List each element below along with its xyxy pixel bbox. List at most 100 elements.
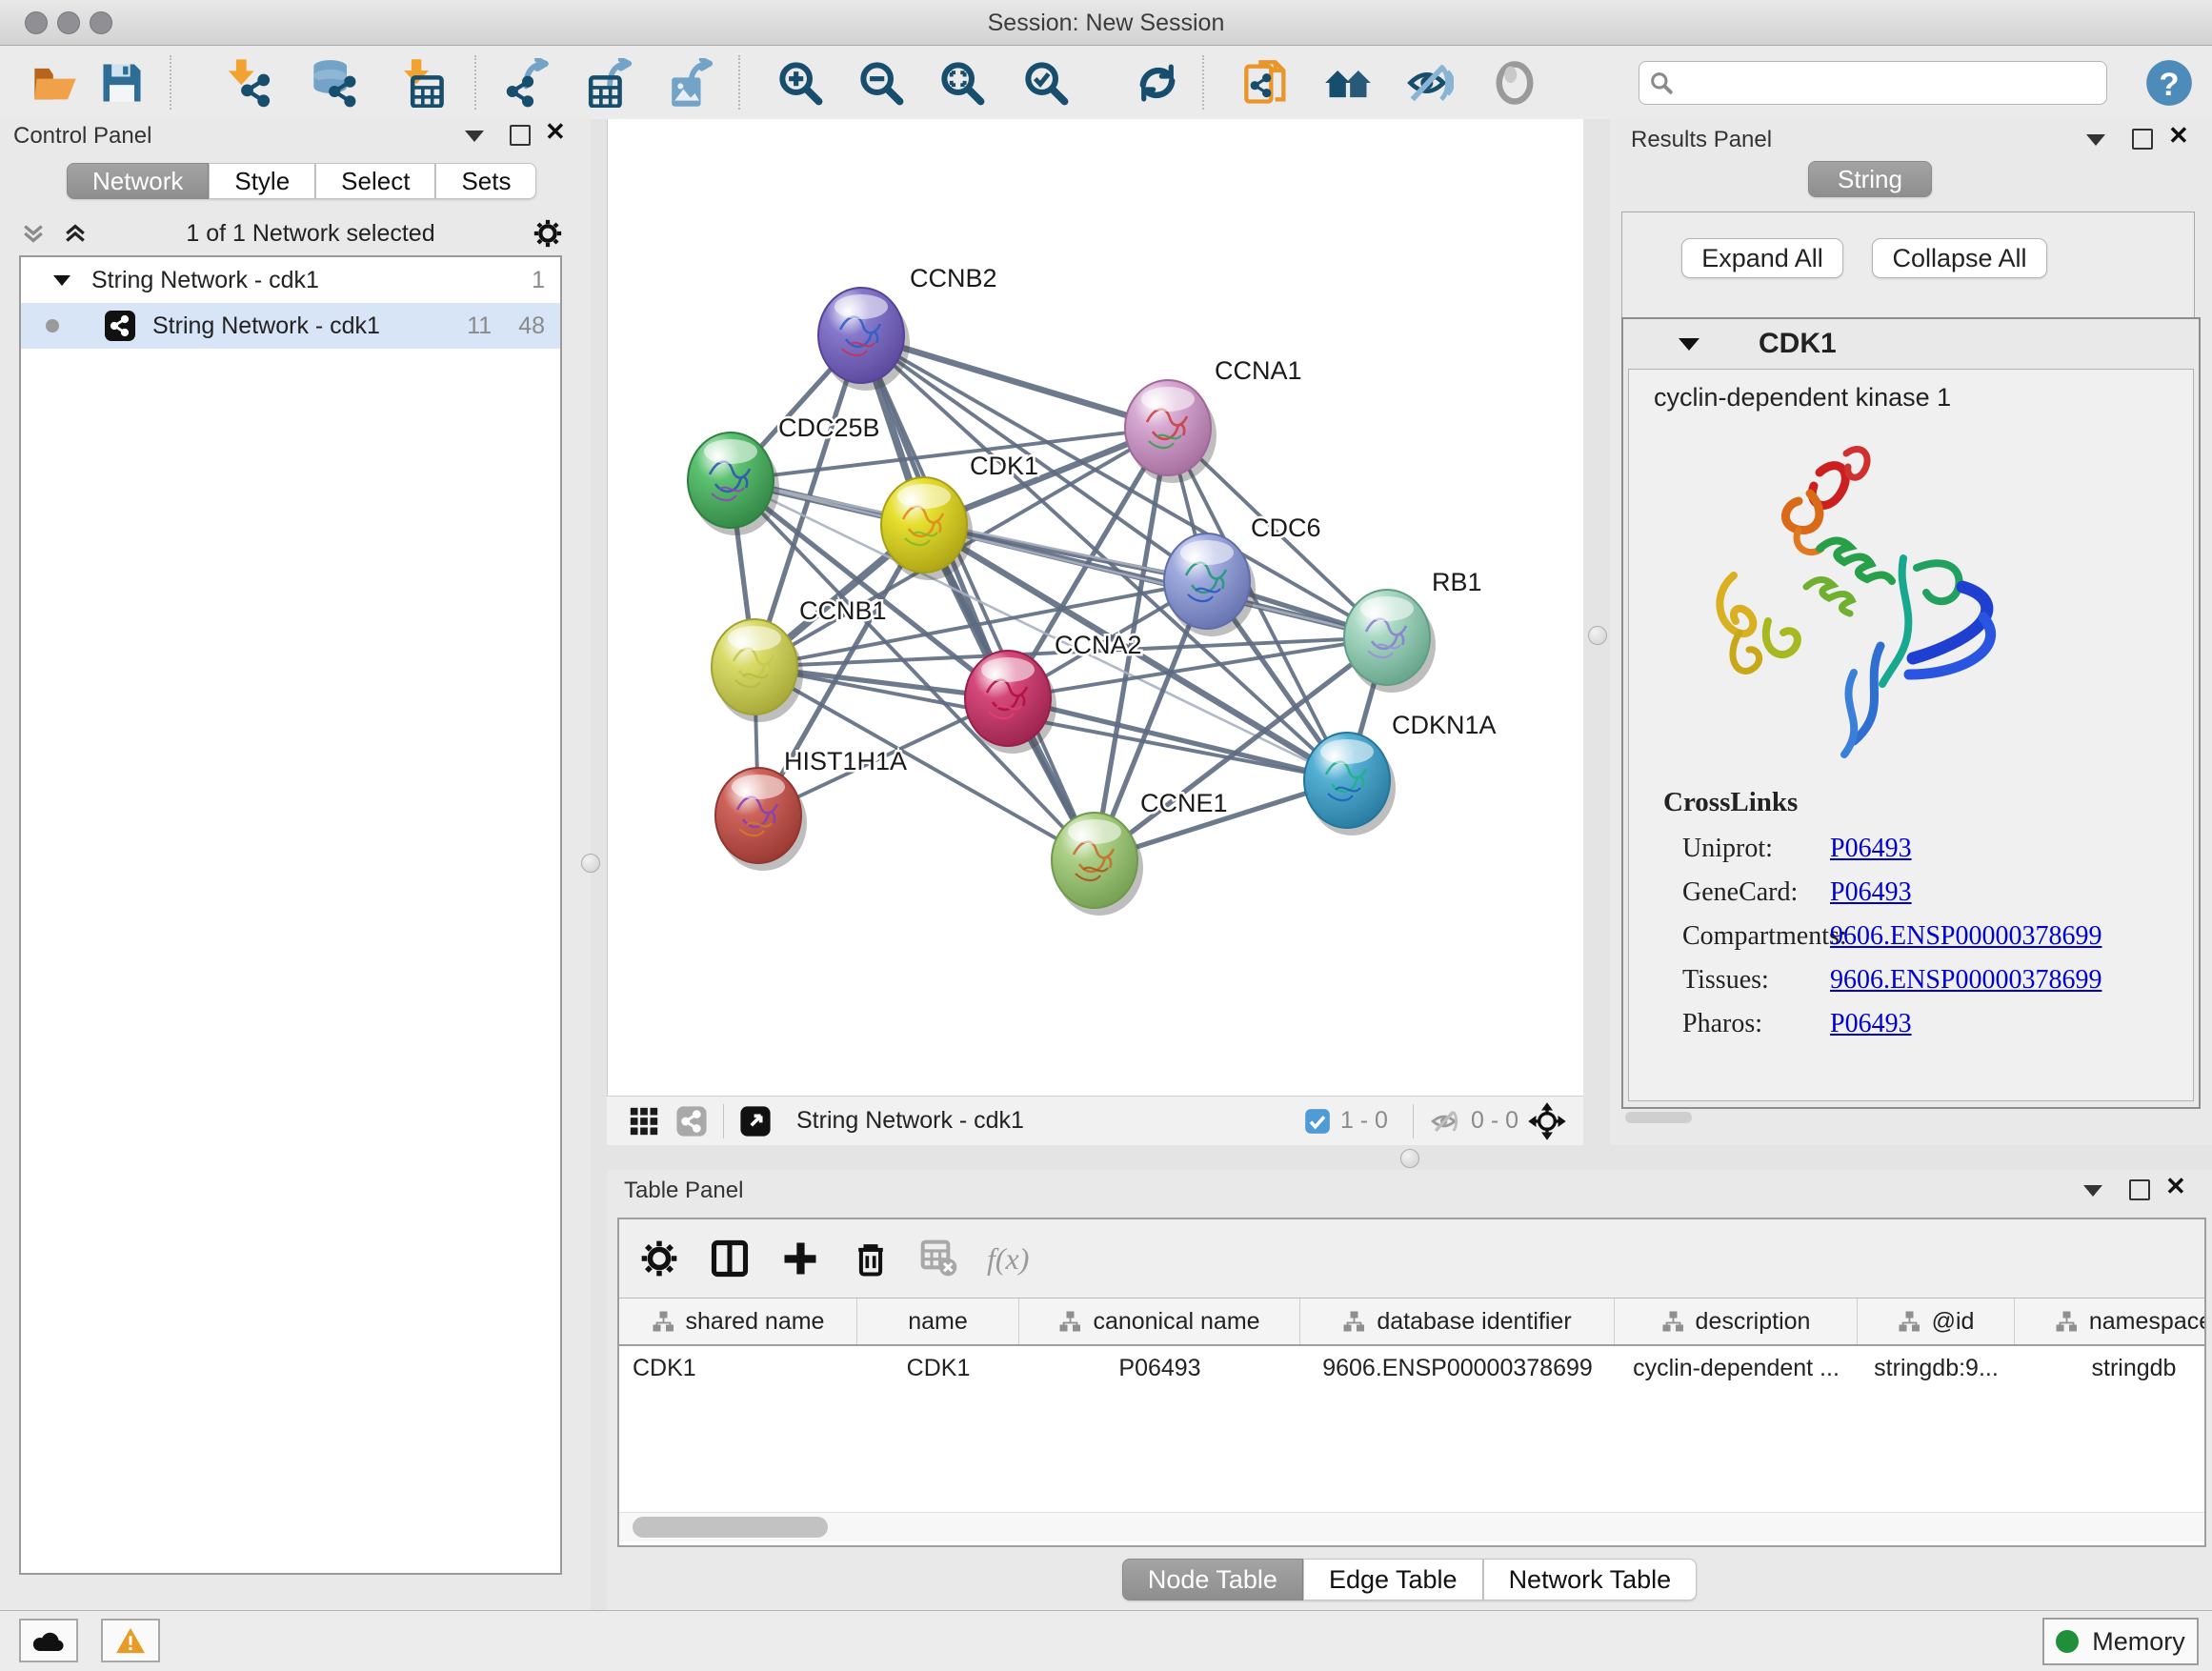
delete-table-icon[interactable] [920, 1239, 958, 1278]
cell-canonical-name[interactable]: P06493 [1019, 1355, 1300, 1382]
export-table-icon[interactable] [586, 58, 635, 108]
results-scrollbar-thumb[interactable] [1625, 1112, 1692, 1123]
crosslink-link[interactable]: 9606.ENSP00000378699 [1830, 965, 2101, 996]
cell-name[interactable]: CDK1 [857, 1355, 1019, 1382]
table-hscrollbar-thumb[interactable] [633, 1517, 828, 1538]
tab-network[interactable]: Network [67, 163, 209, 199]
tab-edge-table[interactable]: Edge Table [1303, 1559, 1483, 1601]
node-CCNE1[interactable] [1052, 813, 1143, 916]
table-hscrollbar[interactable] [619, 1512, 2204, 1541]
zoom-in-icon[interactable] [775, 58, 825, 108]
column-header-shared-name[interactable]: shared name [619, 1299, 857, 1344]
cloud-button[interactable] [19, 1619, 78, 1662]
column-header-name[interactable]: name [857, 1299, 1019, 1344]
new-network-from-selection-icon[interactable] [1242, 58, 1292, 108]
table-settings-gear-icon[interactable] [638, 1238, 680, 1279]
network-row[interactable]: String Network - cdk1 11 48 [21, 303, 560, 349]
collapse-all-button[interactable]: Collapse All [1872, 238, 2047, 278]
crosslink-link[interactable]: 9606.ENSP00000378699 [1830, 921, 2101, 952]
collapse-section-icon[interactable] [1679, 338, 1699, 351]
hidden-eye-icon[interactable] [1429, 1105, 1461, 1137]
expand-all-icon[interactable] [61, 219, 90, 248]
float-panel-icon[interactable] [2129, 1179, 2150, 1200]
float-panel-icon[interactable] [2132, 129, 2153, 150]
edge-CCNB2-CCNE1[interactable] [861, 335, 1095, 860]
detach-view-icon[interactable] [739, 1105, 772, 1137]
zoom-fit-icon[interactable] [937, 58, 987, 108]
expand-all-button[interactable]: Expand All [1681, 238, 1843, 278]
cell-database-identifier[interactable]: 9606.ENSP00000378699 [1300, 1355, 1615, 1382]
left-splitter-handle[interactable] [581, 854, 600, 873]
column-type-icon [1342, 1310, 1365, 1333]
selected-checkbox-icon[interactable] [1304, 1108, 1331, 1135]
tab-sets[interactable]: Sets [435, 163, 536, 199]
string-view-icon[interactable] [675, 1105, 708, 1137]
export-image-icon[interactable] [667, 58, 716, 108]
refresh-icon[interactable] [1133, 58, 1182, 108]
grid-view-icon[interactable] [628, 1105, 660, 1137]
import-database-icon[interactable] [310, 58, 359, 108]
network-collection-row[interactable]: String Network - cdk1 1 [21, 257, 560, 303]
zoom-selected-icon[interactable] [1021, 58, 1071, 108]
column-header-namespace[interactable]: namespace [2015, 1299, 2204, 1344]
close-panel-icon[interactable]: ✕ [2168, 127, 2189, 144]
node-HIST1H1A[interactable] [715, 768, 807, 871]
help-icon[interactable]: ? [2144, 58, 2194, 108]
float-panel-icon[interactable] [510, 125, 531, 146]
right-splitter-handle[interactable] [1588, 626, 1607, 645]
node-section-header[interactable]: CDK1 [1623, 319, 2199, 369]
network-canvas[interactable]: CCNB2CCNA1CDC25BCDK1CDC6RB1CCNB1CCNA2CDK… [607, 119, 1583, 1096]
node-CCNB2[interactable] [818, 288, 910, 391]
bottom-splitter-handle[interactable] [1400, 1149, 1419, 1168]
tab-select[interactable]: Select [315, 163, 435, 199]
panel-menu-icon[interactable] [2086, 134, 2105, 146]
node-CDC25B[interactable] [688, 433, 779, 535]
import-table-icon[interactable] [395, 58, 445, 108]
panel-menu-icon[interactable] [465, 131, 484, 142]
crosslink-link[interactable]: P06493 [1830, 877, 1912, 908]
node-CDKN1A[interactable] [1304, 733, 1396, 836]
column-header-canonical-name[interactable]: canonical name [1019, 1299, 1300, 1344]
column-header-database-identifier[interactable]: database identifier [1300, 1299, 1615, 1344]
cell--id[interactable]: stringdb:9... [1858, 1355, 2015, 1382]
close-panel-icon[interactable]: ✕ [2165, 1178, 2186, 1195]
add-column-icon[interactable] [779, 1238, 821, 1279]
search-input[interactable] [1681, 64, 2095, 100]
delete-column-icon[interactable] [850, 1238, 892, 1279]
node-CDK1[interactable] [881, 477, 973, 580]
warning-button[interactable] [101, 1619, 160, 1662]
first-neighbors-icon[interactable] [1323, 58, 1373, 108]
import-network-icon[interactable] [224, 58, 273, 108]
collection-expand-icon[interactable] [53, 275, 70, 286]
close-panel-icon[interactable]: ✕ [545, 123, 566, 140]
save-icon[interactable] [97, 58, 147, 108]
memory-button[interactable]: Memory [2042, 1618, 2199, 1665]
collapse-all-icon[interactable] [19, 219, 48, 248]
column-header--id[interactable]: @id [1858, 1299, 2015, 1344]
export-network-icon[interactable] [504, 58, 553, 108]
node-CDC6[interactable] [1164, 534, 1256, 636]
gear-icon[interactable] [532, 217, 564, 250]
cell-description[interactable]: cyclin-dependent ... [1615, 1355, 1858, 1382]
tab-network-table[interactable]: Network Table [1483, 1559, 1698, 1601]
tab-style[interactable]: Style [209, 163, 315, 199]
zoom-out-icon[interactable] [856, 58, 906, 108]
crosslink-link[interactable]: P06493 [1830, 1009, 1912, 1039]
cell-shared-name[interactable]: CDK1 [619, 1355, 857, 1382]
open-folder-icon[interactable] [30, 58, 80, 108]
fit-selected-crosshair-icon[interactable] [1528, 1102, 1566, 1140]
node-CCNA1[interactable] [1125, 380, 1217, 483]
hide-selected-icon[interactable] [1404, 58, 1454, 108]
show-columns-icon[interactable] [709, 1238, 751, 1279]
crosslink-link[interactable]: P06493 [1830, 834, 1912, 864]
node-RB1[interactable] [1344, 590, 1436, 693]
panel-menu-icon[interactable] [2083, 1185, 2102, 1197]
table-row[interactable]: CDK1CDK1P064939606.ENSP00000378699cyclin… [619, 1346, 2204, 1390]
column-header-description[interactable]: description [1615, 1299, 1858, 1344]
show-all-icon[interactable] [1490, 58, 1539, 108]
tab-node-table[interactable]: Node Table [1122, 1559, 1303, 1601]
tab-string[interactable]: String [1808, 161, 1932, 197]
search-box[interactable] [1639, 61, 2107, 105]
cell-namespace[interactable]: stringdb [2015, 1355, 2204, 1382]
function-builder-icon[interactable]: f(x) [987, 1241, 1029, 1277]
